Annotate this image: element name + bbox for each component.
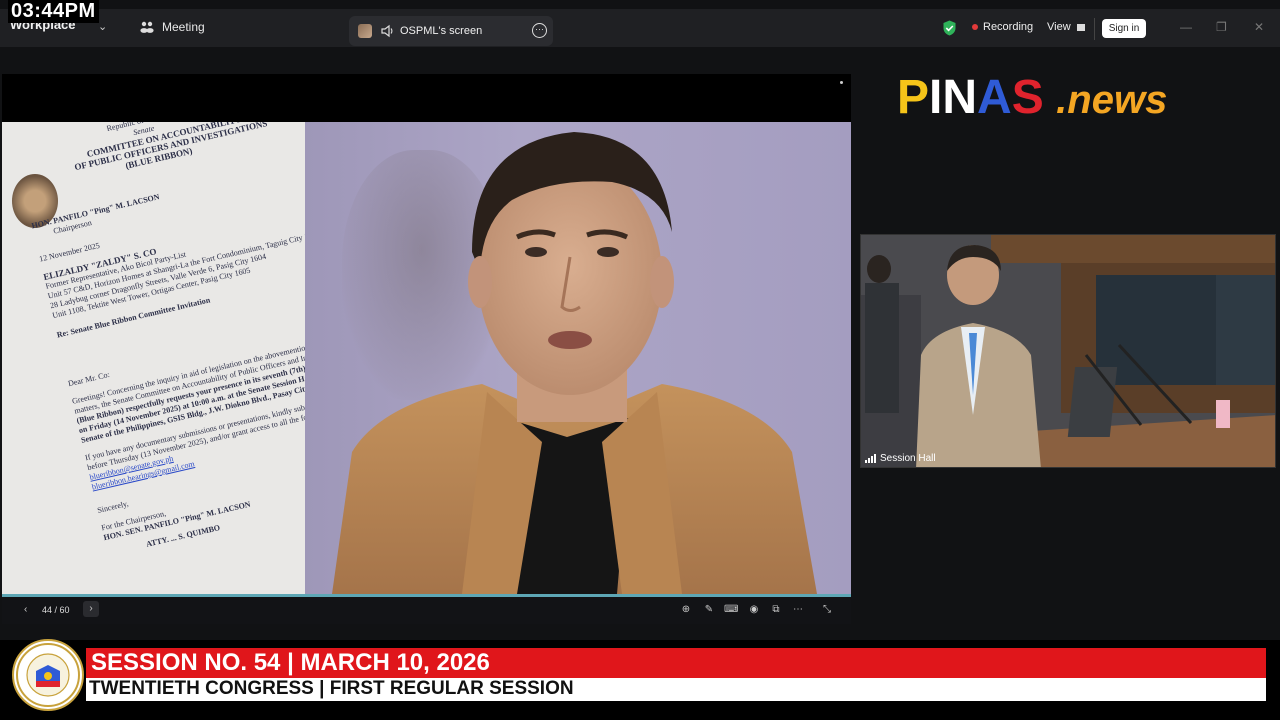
recording-indicator[interactable]: Recording	[972, 21, 1033, 33]
logo-letter-2: I	[929, 71, 943, 124]
picture-in-picture-icon[interactable]: ⧉	[769, 604, 783, 615]
session-hall-video[interactable]: Session Hall	[860, 234, 1276, 468]
pinas-news-logo: PINAS .news	[897, 70, 1167, 125]
minimize-icon[interactable]: —	[1180, 20, 1192, 34]
people-icon	[140, 21, 154, 33]
broadcast-icon[interactable]: ◉	[747, 604, 761, 615]
invitation-letter: Republic of the Philippines Senate COMMI…	[2, 122, 305, 594]
session-banner: SESSION NO. 54 | MARCH 10, 2026	[86, 648, 1266, 678]
sign-in-button[interactable]: Sign in	[1102, 19, 1146, 38]
next-page-icon[interactable]: ›	[83, 601, 99, 617]
session-hall-label: Session Hall	[865, 453, 936, 464]
senate-seal	[12, 639, 84, 711]
screen-share-tab[interactable]: OSPML's screen ···	[349, 16, 553, 46]
view-button[interactable]: View	[1047, 21, 1085, 33]
annotate-icon[interactable]: ✎	[702, 604, 716, 615]
layout-icon	[1076, 23, 1085, 31]
meeting-tab[interactable]: Meeting	[140, 20, 205, 34]
logo-news: .news	[1056, 78, 1168, 122]
more-icon[interactable]: ⋯	[791, 604, 805, 615]
congress-subtitle: TWENTIETH CONGRESS | FIRST REGULAR SESSI…	[89, 678, 574, 699]
presentation-video[interactable]: Republic of the Philippines Senate COMMI…	[2, 122, 851, 594]
view-label: View	[1047, 21, 1071, 33]
presentation-stage: Republic of the Philippines Senate COMMI…	[2, 74, 851, 624]
previous-page-icon[interactable]: ‹	[24, 604, 27, 615]
restore-icon[interactable]: ❐	[1216, 20, 1227, 34]
presenter-avatar	[358, 24, 372, 38]
logo-letter-3: N	[942, 71, 978, 124]
congress-banner: TWENTIETH CONGRESS | FIRST REGULAR SESSI…	[86, 678, 1266, 701]
clock-overlay: 03:44PM	[8, 0, 99, 23]
screen-share-title: OSPML's screen	[400, 25, 483, 37]
presentation-controls: ‹ 44 / 60 › ⊕ ✎ ⌨ ◉ ⧉ ⋯ ⤡	[2, 597, 851, 624]
session-hall-scene	[861, 235, 1275, 467]
shield-check-icon	[943, 20, 956, 36]
close-icon[interactable]: ✕	[1254, 20, 1264, 34]
senate-seal-graphic	[16, 643, 80, 707]
meeting-label: Meeting	[162, 20, 205, 34]
more-options-icon[interactable]: ···	[532, 23, 547, 38]
logo-pinas: PINAS	[897, 70, 1044, 125]
keyboard-icon[interactable]: ⌨	[724, 604, 738, 615]
session-hall-text: Session Hall	[880, 453, 936, 464]
page-indicator: 44 / 60	[42, 605, 70, 615]
logo-letter-4: A	[977, 71, 1012, 124]
recording-label: Recording	[983, 21, 1034, 33]
recording-dot-icon	[972, 24, 978, 30]
letter-content: Republic of the Philippines Senate COMMI…	[10, 122, 305, 559]
signal-bars-icon	[865, 454, 876, 463]
toolbar-divider	[1094, 18, 1095, 40]
zoom-in-icon[interactable]: ⊕	[679, 604, 693, 615]
speaker-video	[332, 132, 817, 594]
logo-letter-1: P	[897, 71, 930, 124]
logo-letter-5: S	[1011, 71, 1044, 124]
speaker-icon	[381, 24, 393, 38]
indicator-dot-icon	[840, 81, 843, 84]
exit-fullscreen-icon[interactable]: ⤡	[820, 604, 834, 615]
session-title: SESSION NO. 54 | MARCH 10, 2026	[91, 649, 490, 676]
presentation-top-bar	[2, 74, 851, 122]
chevron-down-icon[interactable]: ⌄	[98, 20, 107, 33]
